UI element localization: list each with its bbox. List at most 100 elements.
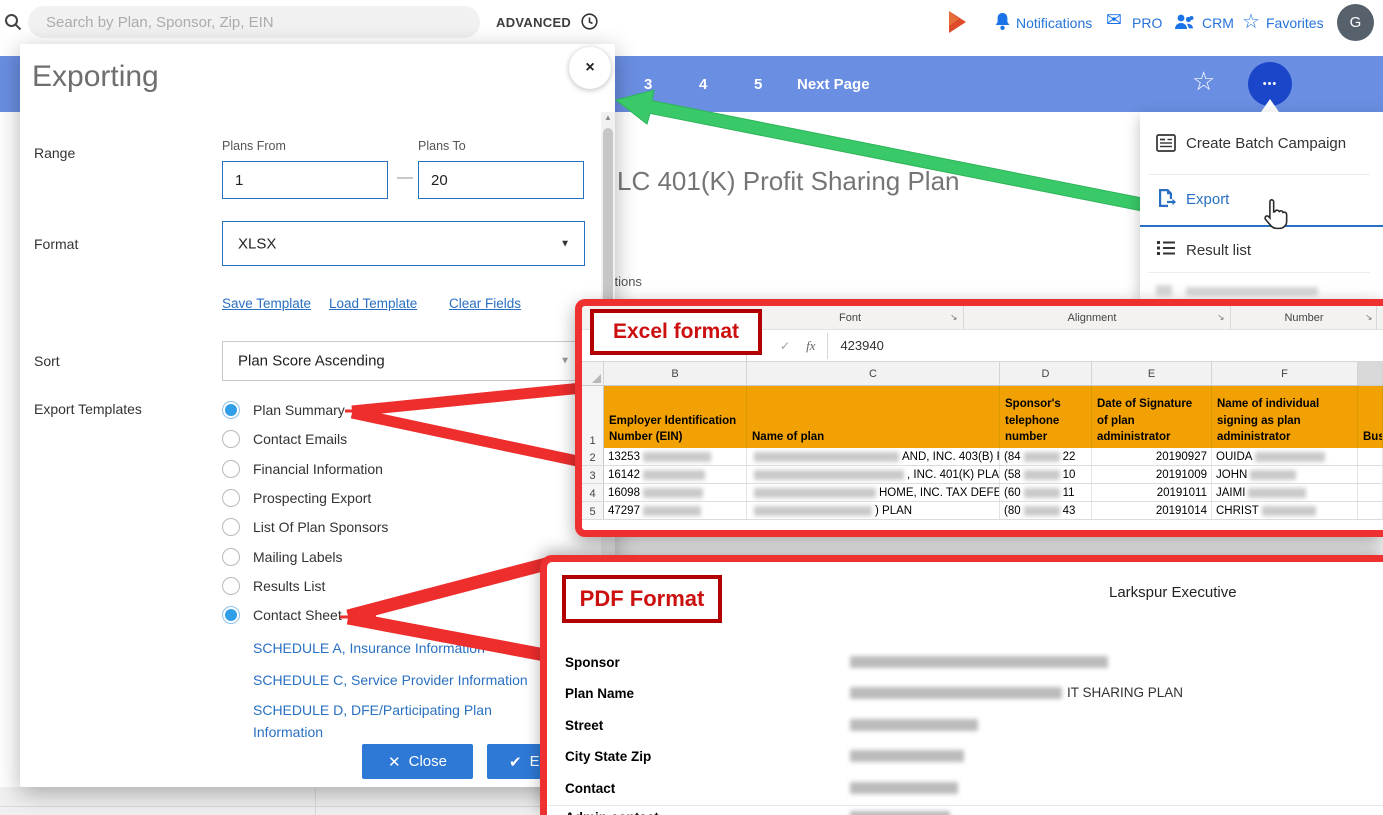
cell-plan-name: HOME, INC. TAX DEFERRE <box>879 487 1000 499</box>
excel-data-row: 5 47297 ) PLAN (8043 20191014 CHRIST <box>582 502 1383 520</box>
redacted-text <box>850 656 1108 668</box>
radio-label: List Of Plan Sponsors <box>253 519 388 535</box>
redacted-text <box>754 506 872 516</box>
save-template-link[interactable]: Save Template <box>222 296 311 311</box>
radio-button[interactable] <box>222 460 240 478</box>
menu-divider <box>1148 174 1370 175</box>
pagination-page-3[interactable]: 3 <box>644 76 652 93</box>
search-input[interactable] <box>28 6 480 38</box>
favorite-star-icon[interactable]: ☆ <box>1192 68 1215 94</box>
radio-row-prospecting-export[interactable]: Prospecting Export <box>222 487 371 509</box>
menu-item-create-batch-campaign[interactable]: Create Batch Campaign <box>1186 135 1346 152</box>
redacted-text <box>850 687 1062 699</box>
fx-icon: fx <box>806 338 815 354</box>
close-button-label: Close <box>409 753 447 770</box>
play-store-icon[interactable] <box>948 11 967 33</box>
menu-divider <box>1148 272 1370 273</box>
pdf-field-label: Admin contact <box>565 810 659 815</box>
radio-button-selected[interactable] <box>222 606 240 624</box>
header-cell-signature-date: Date of Signature of plan administrator <box>1092 386 1212 448</box>
export-templates-label: Export Templates <box>34 401 142 417</box>
modal-close-button[interactable]: × <box>569 47 611 89</box>
search-icon[interactable] <box>4 13 22 31</box>
header-cell-ein: Employer Identification Number (EIN) <box>604 386 747 448</box>
plans-to-input[interactable] <box>418 161 584 199</box>
redacted-text <box>754 488 876 498</box>
plans-from-input[interactable] <box>222 161 388 199</box>
select-all-triangle-icon <box>592 374 601 383</box>
radio-button[interactable] <box>222 489 240 507</box>
mail-envelope-icon[interactable]: ✉ <box>1106 9 1122 32</box>
notifications-bell-icon[interactable] <box>994 12 1011 31</box>
user-avatar[interactable]: G <box>1337 4 1374 41</box>
ribbon-divider <box>1376 306 1377 330</box>
format-select[interactable]: XLSX ▼ <box>222 221 585 266</box>
menu-item-export[interactable]: Export <box>1186 191 1229 208</box>
radio-button[interactable] <box>222 430 240 448</box>
nav-pro[interactable]: PRO <box>1132 15 1162 31</box>
scrollbar-up-arrow-icon[interactable]: ▲ <box>601 113 615 122</box>
radio-label: Financial Information <box>253 461 383 477</box>
load-template-link[interactable]: Load Template <box>329 296 417 311</box>
cell-phone: (58 <box>1004 469 1021 481</box>
pdf-field-value-tail: IT SHARING PLAN <box>1067 685 1183 700</box>
cell-ein: 47297 <box>608 505 640 517</box>
column-header-partial <box>1358 362 1383 385</box>
clear-fields-link[interactable]: Clear Fields <box>449 296 521 311</box>
range-dash: — <box>397 169 413 187</box>
menu-item-partial <box>1186 287 1318 296</box>
radio-label: Results List <box>253 578 325 594</box>
cell-plan-name: ) PLAN <box>875 505 912 517</box>
radio-row-results-list[interactable]: Results List <box>222 575 325 597</box>
radio-row-mailing-labels[interactable]: Mailing Labels <box>222 546 343 568</box>
nav-notifications[interactable]: Notifications <box>1016 15 1092 31</box>
cell-plan-name: AND, INC. 403(B) RETIREM <box>902 451 1000 463</box>
page-footer-strip <box>0 787 545 815</box>
radio-row-plan-summary[interactable]: Plan Summary <box>222 399 345 421</box>
radio-button[interactable] <box>222 577 240 595</box>
menu-item-result-list[interactable]: Result list <box>1186 242 1251 259</box>
ribbon-group-alignment: Alignment <box>1068 312 1117 324</box>
redacted-text <box>754 452 899 462</box>
redacted-text <box>1024 452 1060 462</box>
redacted-text <box>1248 488 1306 498</box>
schedule-d-link[interactable]: SCHEDULE D, DFE/Participating Plan Infor… <box>253 700 521 742</box>
schedule-a-link[interactable]: SCHEDULE A, Insurance Information <box>253 640 485 656</box>
pagination-page-4[interactable]: 4 <box>699 76 707 93</box>
column-header-c: C <box>747 362 1000 385</box>
pagination-page-5[interactable]: 5 <box>754 76 762 93</box>
ribbon-group-number: Number <box>1284 312 1323 324</box>
ribbon-group-font: Font <box>839 312 861 324</box>
close-button[interactable]: ✕ Close <box>362 744 473 779</box>
redacted-text <box>1255 452 1325 462</box>
radio-row-list-of-plan-sponsors[interactable]: List Of Plan Sponsors <box>222 516 388 538</box>
radio-row-contact-emails[interactable]: Contact Emails <box>222 428 347 450</box>
sort-select[interactable]: Plan Score Ascending ▼ <box>222 341 585 381</box>
nav-crm[interactable]: CRM <box>1202 15 1234 31</box>
cell-ein: 13253 <box>608 451 640 463</box>
advanced-search-button[interactable]: ADVANCED <box>496 15 571 30</box>
cell-date: 20190927 <box>1156 451 1207 463</box>
cell-phone: (80 <box>1004 505 1021 517</box>
cell-ein: 16142 <box>608 469 640 481</box>
format-value: XLSX <box>238 235 276 252</box>
radio-button[interactable] <box>222 518 240 536</box>
excel-data-row: 3 16142 , INC. 401(K) PLAN (5810 2019100… <box>582 466 1383 484</box>
pdf-document-title: Larkspur Executive <box>1109 584 1237 601</box>
radio-row-contact-sheet[interactable]: Contact Sheet <box>222 604 342 626</box>
crm-people-icon[interactable] <box>1174 13 1196 31</box>
schedule-c-link[interactable]: SCHEDULE C, Service Provider Information <box>253 672 528 688</box>
redacted-text <box>1024 470 1060 480</box>
pdf-format-screenshot: PDF Format Larkspur Executive Sponsor Pl… <box>540 555 1383 815</box>
radio-button-selected[interactable] <box>222 401 240 419</box>
plan-page-title: LC 401(K) Profit Sharing Plan <box>617 166 960 197</box>
favorites-star-icon[interactable]: ☆ <box>1242 9 1260 34</box>
history-clock-icon[interactable] <box>581 13 598 30</box>
radio-button[interactable] <box>222 548 240 566</box>
pagination-next-page[interactable]: Next Page <box>797 76 870 93</box>
radio-row-financial-information[interactable]: Financial Information <box>222 458 383 480</box>
dialog-launcher-icon: ↘ <box>1217 312 1225 323</box>
nav-favorites[interactable]: Favorites <box>1266 15 1324 31</box>
export-button-label: E <box>530 753 540 770</box>
chevron-down-icon: ▼ <box>560 238 570 249</box>
